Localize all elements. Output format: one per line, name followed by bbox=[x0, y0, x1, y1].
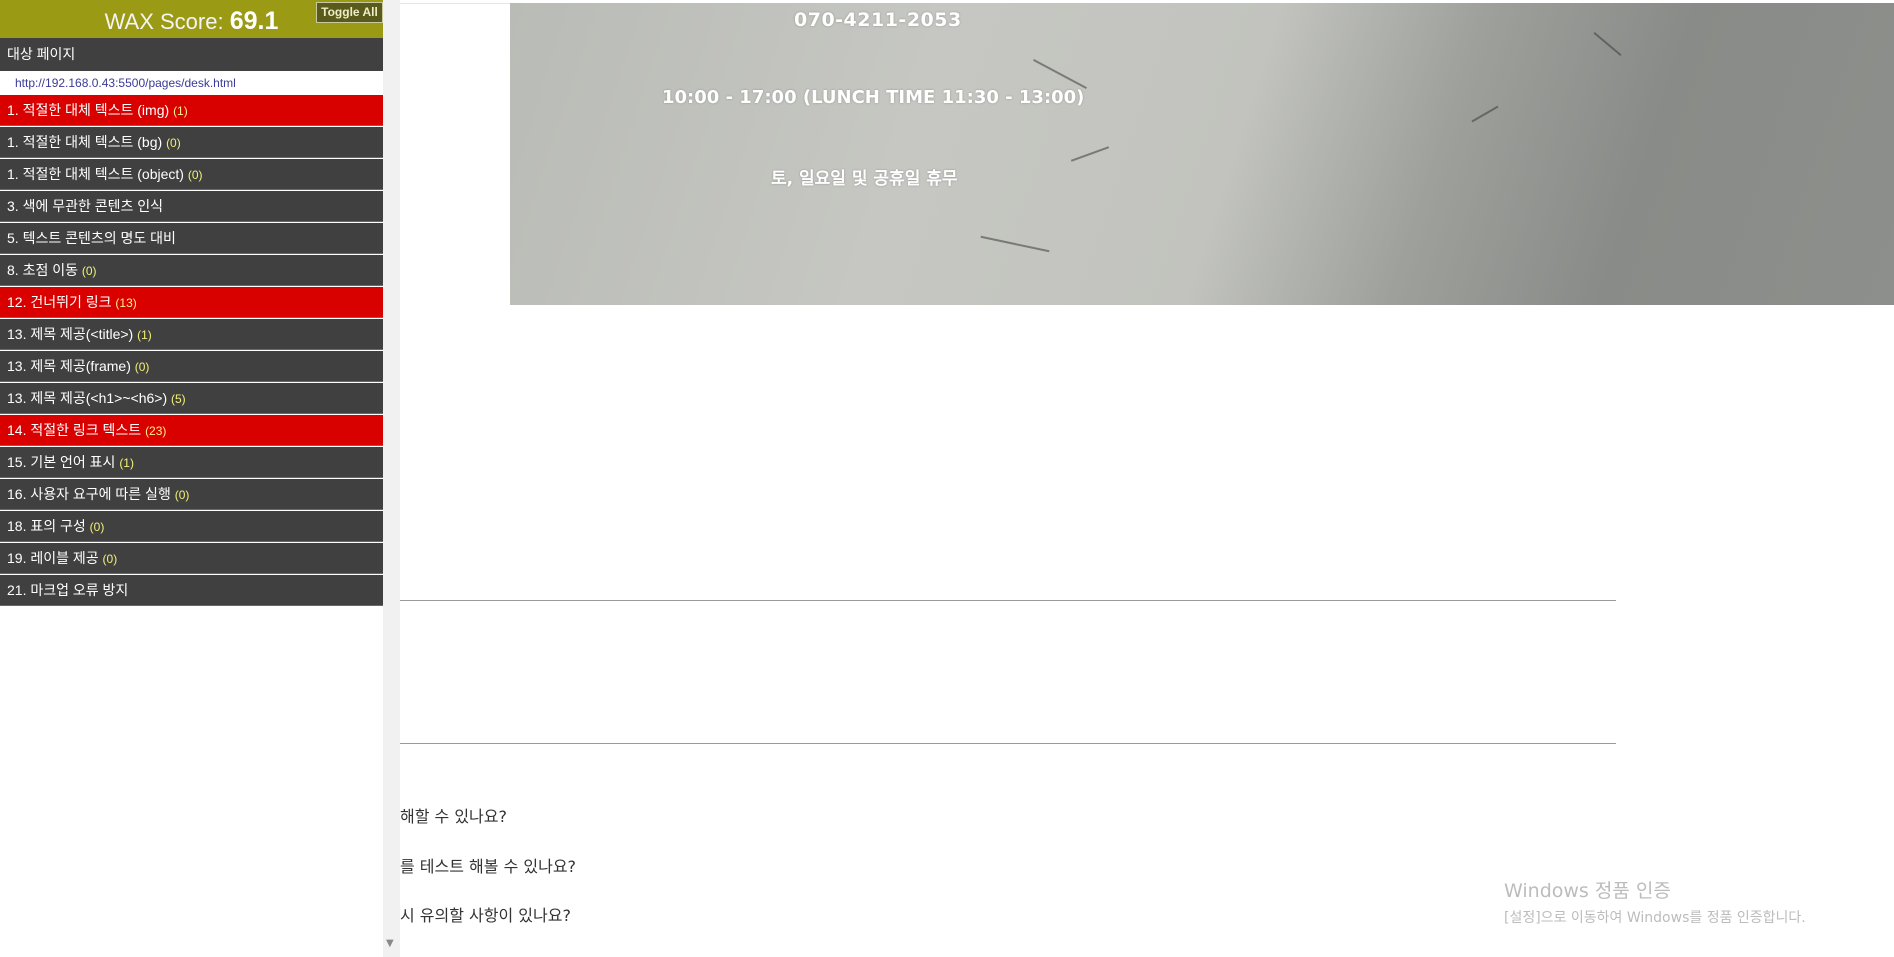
hero-closed-days: 토, 일요일 및 공휴일 휴무 bbox=[771, 169, 958, 189]
wax-check-item[interactable]: 16. 사용자 요구에 따른 실행 (0) bbox=[0, 479, 383, 510]
wax-check-label: 5. 텍스트 콘텐츠의 명도 대비 bbox=[7, 230, 176, 246]
wax-check-label: 13. 제목 제공(<title>) bbox=[7, 326, 134, 342]
wax-check-label: 1. 적절한 대체 텍스트 (bg) bbox=[7, 134, 163, 150]
wax-check-count: (0) bbox=[174, 488, 190, 502]
hero-hours: 10:00 - 17:00 (LUNCH TIME 11:30 - 13:00) bbox=[662, 87, 1085, 108]
toggle-all-button[interactable]: Toggle All bbox=[316, 2, 383, 23]
sidebar-scrollbar[interactable]: ▼ bbox=[383, 0, 400, 957]
wax-check-item[interactable]: 1. 적절한 대체 텍스트 (bg) (0) bbox=[0, 127, 383, 158]
wax-check-item[interactable]: 14. 적절한 링크 텍스트 (23) bbox=[0, 415, 383, 446]
target-page-label: 대상 페이지 bbox=[0, 38, 383, 71]
wax-check-label: 15. 기본 언어 표시 bbox=[7, 454, 116, 470]
section-divider bbox=[400, 600, 1616, 601]
wax-check-count: (1) bbox=[119, 456, 134, 470]
wax-check-item[interactable]: 8. 초점 이동 (0) bbox=[0, 255, 383, 286]
scroll-down-arrow-icon[interactable]: ▼ bbox=[386, 938, 394, 949]
wax-check-label: 19. 레이블 제공 bbox=[7, 550, 99, 566]
wax-check-count: (0) bbox=[81, 264, 97, 278]
wax-check-item[interactable]: 13. 제목 제공(<h1>~<h6>) (5) bbox=[0, 383, 383, 414]
wax-score-header: WAX Score: 69.1 Toggle All bbox=[0, 0, 383, 38]
wax-check-count: (0) bbox=[102, 552, 118, 566]
faq-question[interactable]: 시 유의할 사항이 있나요? bbox=[400, 902, 571, 926]
wax-check-item[interactable]: 12. 건너뛰기 링크 (13) bbox=[0, 287, 383, 318]
hero-banner: 070-4211-2053 10:00 - 17:00 (LUNCH TIME … bbox=[510, 3, 1894, 305]
wax-check-count: (1) bbox=[173, 104, 188, 118]
hero-phone: 070-4211-2053 bbox=[794, 9, 962, 31]
faq-question[interactable]: 를 테스트 해볼 수 있나요? bbox=[400, 853, 576, 877]
wax-check-count: (0) bbox=[187, 168, 203, 182]
wax-check-label: 21. 마크업 오류 방지 bbox=[7, 582, 129, 598]
wax-check-item[interactable]: 13. 제목 제공(<title>) (1) bbox=[0, 319, 383, 350]
windows-activation-watermark: Windows 정품 인증 [설정]으로 이동하여 Windows를 정품 인증… bbox=[1504, 876, 1864, 927]
wax-check-item[interactable]: 18. 표의 구성 (0) bbox=[0, 511, 383, 542]
windows-activation-subtitle: [설정]으로 이동하여 Windows를 정품 인증합니다. bbox=[1504, 910, 1806, 926]
wax-check-item[interactable]: 15. 기본 언어 표시 (1) bbox=[0, 447, 383, 478]
wax-check-item[interactable]: 1. 적절한 대체 텍스트 (img) (1) bbox=[0, 95, 383, 126]
wax-panel: WAX Score: 69.1 Toggle All 대상 페이지 http:/… bbox=[0, 0, 383, 957]
target-page-url[interactable]: http://192.168.0.43:5500/pages/desk.html bbox=[0, 71, 383, 95]
wax-check-label: 13. 제목 제공(<h1>~<h6>) bbox=[7, 390, 168, 406]
wax-score-value: 69.1 bbox=[229, 7, 279, 35]
wax-check-count: (23) bbox=[145, 424, 167, 438]
wax-check-label: 18. 표의 구성 bbox=[7, 518, 86, 534]
wax-check-label: 14. 적절한 링크 텍스트 bbox=[7, 422, 142, 438]
wax-check-item[interactable]: 19. 레이블 제공 (0) bbox=[0, 543, 383, 574]
wax-check-item[interactable]: 21. 마크업 오류 방지 bbox=[0, 575, 383, 606]
wax-check-label: 1. 적절한 대체 텍스트 (img) bbox=[7, 102, 170, 118]
section-divider bbox=[400, 743, 1616, 744]
wax-check-count: (13) bbox=[115, 296, 137, 310]
top-divider bbox=[400, 3, 510, 4]
wax-check-count: (0) bbox=[166, 136, 181, 150]
faq-question[interactable]: 해할 수 있나요? bbox=[400, 803, 507, 827]
wax-check-label: 13. 제목 제공(frame) bbox=[7, 358, 131, 374]
wax-check-item[interactable]: 1. 적절한 대체 텍스트 (object) (0) bbox=[0, 159, 383, 190]
wax-check-label: 16. 사용자 요구에 따른 실행 bbox=[7, 486, 171, 502]
wax-check-item[interactable]: 3. 색에 무관한 콘텐츠 인식 bbox=[0, 191, 383, 222]
wax-check-label: 3. 색에 무관한 콘텐츠 인식 bbox=[7, 198, 164, 214]
wax-check-label: 8. 초점 이동 bbox=[7, 262, 78, 278]
wax-check-count: (5) bbox=[171, 392, 186, 406]
wax-check-label: 12. 건너뛰기 링크 bbox=[7, 294, 112, 310]
windows-activation-title: Windows 정품 인증 bbox=[1504, 880, 1671, 902]
wax-check-count: (1) bbox=[137, 328, 152, 342]
wax-check-count: (0) bbox=[134, 360, 150, 374]
wax-check-count: (0) bbox=[89, 520, 105, 534]
wax-check-item[interactable]: 13. 제목 제공(frame) (0) bbox=[0, 351, 383, 382]
wax-check-label: 1. 적절한 대체 텍스트 (object) bbox=[7, 166, 184, 182]
wax-score-label: WAX Score: bbox=[104, 9, 224, 34]
wax-check-item[interactable]: 5. 텍스트 콘텐츠의 명도 대비 bbox=[0, 223, 383, 254]
